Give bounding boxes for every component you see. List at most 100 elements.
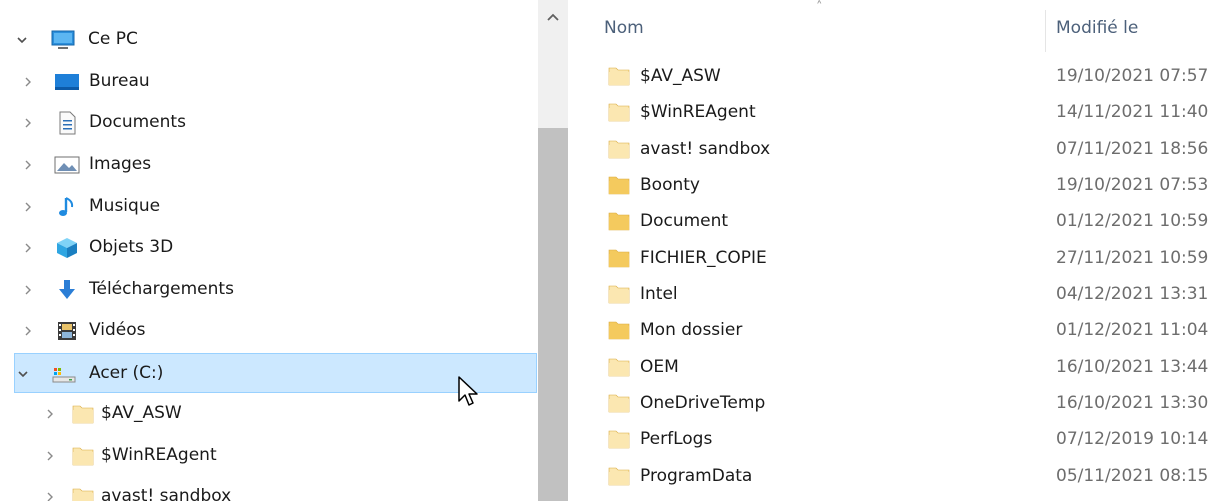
nav-item-label: Documents: [89, 112, 186, 132]
expand-toggle[interactable]: [20, 323, 36, 339]
nav-item[interactable]: Ce PC: [14, 20, 537, 60]
nav-item[interactable]: Vidéos: [14, 311, 537, 351]
file-row[interactable]: Document 01/12/2021 10:59: [600, 205, 1215, 240]
folder-icon: [608, 101, 630, 123]
folder-icon: [608, 65, 630, 87]
collapse-toggle[interactable]: [14, 32, 30, 48]
nav-item-label: $AV_ASW: [101, 403, 182, 423]
nav-item[interactable]: Objets 3D: [14, 228, 537, 268]
file-row[interactable]: PerfLogs 07/12/2019 10:14: [600, 423, 1215, 458]
expand-toggle[interactable]: [20, 115, 36, 131]
nav-item-label: Objets 3D: [89, 237, 174, 257]
file-name: $AV_ASW: [640, 66, 721, 86]
scroll-up-button[interactable]: [538, 0, 568, 34]
downloads-icon: [54, 278, 80, 302]
nav-scrollbar[interactable]: [538, 0, 568, 501]
file-row[interactable]: FICHIER_COPIE 27/11/2021 10:59: [600, 242, 1215, 277]
file-modified-date: 01/12/2021 11:04: [1056, 320, 1209, 340]
expand-toggle[interactable]: [20, 74, 36, 90]
chevron-right-icon: [25, 77, 31, 87]
expand-toggle[interactable]: [42, 489, 58, 501]
folder-icon: [608, 174, 630, 196]
file-modified-date: 05/11/2021 08:15: [1056, 466, 1209, 486]
nav-item[interactable]: Téléchargements: [14, 270, 537, 310]
videos-icon: [54, 319, 80, 343]
nav-item[interactable]: $WinREAgent: [14, 436, 537, 476]
file-name: Mon dossier: [640, 320, 743, 340]
file-modified-date: 07/11/2021 18:56: [1056, 139, 1209, 159]
documents-icon: [54, 111, 80, 135]
chevron-right-icon: [25, 326, 31, 336]
expand-toggle[interactable]: [42, 448, 58, 464]
file-modified-date: 16/10/2021 13:30: [1056, 393, 1209, 413]
file-row[interactable]: Boonty 19/10/2021 07:53: [600, 169, 1215, 204]
nav-item-label: Téléchargements: [89, 279, 234, 299]
file-modified-date: 19/10/2021 07:53: [1056, 175, 1209, 195]
file-row[interactable]: Intel 04/12/2021 13:31: [600, 278, 1215, 313]
folder-icon: [70, 402, 96, 426]
chevron-right-icon: [25, 202, 31, 212]
folder-icon: [608, 428, 630, 450]
nav-item[interactable]: Images: [14, 145, 537, 185]
chevron-down-icon: [18, 371, 28, 378]
file-modified-date: 14/11/2021 11:40: [1056, 102, 1209, 122]
nav-item-label: $WinREAgent: [101, 445, 217, 465]
file-name: $WinREAgent: [640, 102, 756, 122]
chevron-right-icon: [25, 160, 31, 170]
3d-objects-icon: [54, 236, 80, 260]
folder-icon: [608, 319, 630, 341]
file-name: FICHIER_COPIE: [640, 248, 767, 268]
file-modified-date: 16/10/2021 13:44: [1056, 357, 1209, 377]
folder-icon: [608, 392, 630, 414]
file-list-pane: ˄ Nom Modifié le $AV_ASW 19/10/2021 07:57…: [568, 0, 1215, 501]
nav-item[interactable]: Bureau: [14, 62, 537, 102]
nav-item-label: Musique: [89, 196, 161, 216]
scroll-thumb[interactable]: [538, 128, 568, 501]
file-modified-date: 04/12/2021 13:31: [1056, 284, 1209, 304]
column-header-name[interactable]: Nom: [604, 18, 644, 38]
nav-item[interactable]: Documents: [14, 103, 537, 143]
file-row[interactable]: Mon dossier 01/12/2021 11:04: [600, 314, 1215, 349]
nav-item[interactable]: avast! sandbox: [14, 477, 537, 501]
file-row[interactable]: $WinREAgent 14/11/2021 11:40: [600, 96, 1215, 131]
desktop-icon: [54, 70, 80, 94]
file-name: Document: [640, 211, 729, 231]
chevron-right-icon: [47, 451, 53, 461]
chevron-right-icon: [47, 409, 53, 419]
file-name: OEM: [640, 357, 679, 377]
expand-toggle[interactable]: [20, 157, 36, 173]
folder-icon: [608, 356, 630, 378]
column-divider[interactable]: [1045, 10, 1046, 52]
file-row[interactable]: OEM 16/10/2021 13:44: [600, 351, 1215, 386]
collapse-toggle[interactable]: [15, 366, 31, 382]
nav-item[interactable]: Musique: [14, 187, 537, 227]
nav-item[interactable]: Acer (C:): [14, 353, 537, 393]
expand-toggle[interactable]: [42, 406, 58, 422]
file-row[interactable]: OneDriveTemp 16/10/2021 13:30: [600, 387, 1215, 422]
folder-icon: [608, 247, 630, 269]
sort-indicator-icon: ˄: [816, 0, 823, 15]
folder-icon: [70, 485, 96, 501]
nav-item[interactable]: $AV_ASW: [14, 394, 537, 434]
file-row[interactable]: $AV_ASW 19/10/2021 07:57: [600, 60, 1215, 95]
folder-icon: [608, 138, 630, 160]
folder-icon: [608, 465, 630, 487]
file-row[interactable]: avast! sandbox 07/11/2021 18:56: [600, 133, 1215, 168]
pictures-icon: [54, 153, 80, 177]
expand-toggle[interactable]: [20, 282, 36, 298]
column-header-modified[interactable]: Modifié le: [1056, 18, 1138, 38]
file-name: PerfLogs: [640, 429, 713, 449]
expand-toggle[interactable]: [20, 199, 36, 215]
file-name: ProgramData: [640, 466, 753, 486]
chevron-down-icon: [17, 37, 27, 44]
expand-toggle[interactable]: [20, 240, 36, 256]
file-modified-date: 07/12/2019 10:14: [1056, 429, 1209, 449]
file-name: Intel: [640, 284, 678, 304]
file-row[interactable]: ProgramData 05/11/2021 08:15: [600, 460, 1215, 495]
nav-item-label: avast! sandbox: [101, 486, 232, 501]
file-modified-date: 19/10/2021 07:57: [1056, 66, 1209, 86]
file-name: OneDriveTemp: [640, 393, 766, 413]
navigation-pane[interactable]: Ce PC Bureau Documents Images Musique Objets …: [0, 0, 538, 501]
nav-item-label: Images: [89, 154, 152, 174]
nav-item-label: Bureau: [89, 71, 150, 91]
